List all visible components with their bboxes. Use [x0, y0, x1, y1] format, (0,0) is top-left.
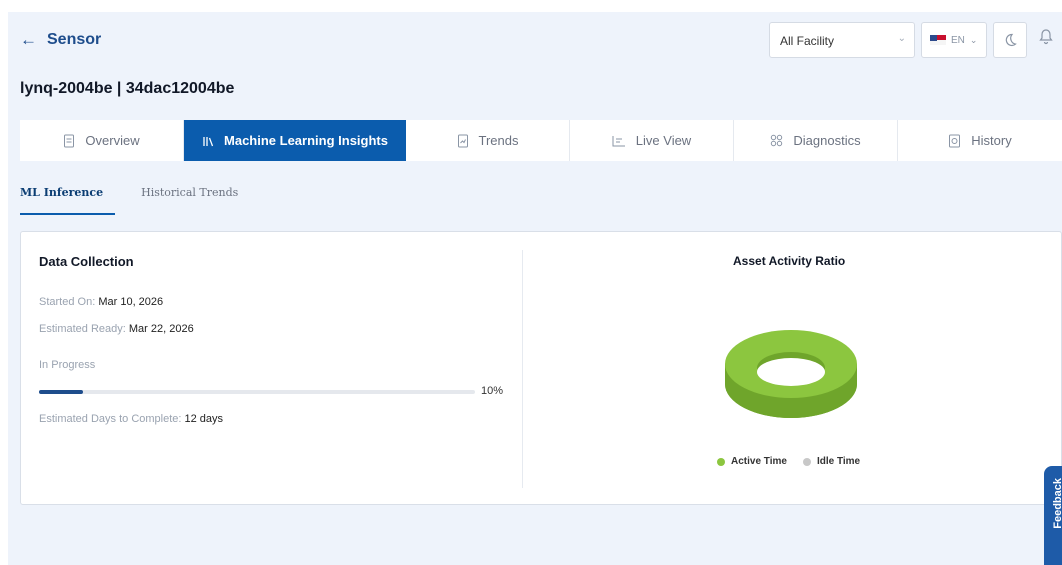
estimated-ready-label: Estimated Ready: [39, 323, 126, 335]
us-flag-icon [930, 35, 946, 45]
legend-dot [717, 457, 725, 466]
bell-icon [1039, 29, 1053, 45]
trend-doc-icon [457, 134, 468, 147]
grid-icon [771, 134, 783, 147]
chart-legend: Active Time Idle Time [717, 456, 860, 467]
days-to-complete-value: 12 days [184, 413, 224, 425]
tab-label: Machine Learning Insights [224, 133, 388, 148]
legend-dot [802, 457, 811, 466]
tab-label: Diagnostics [793, 133, 861, 148]
chart-title: Asset Activity Ratio [733, 254, 846, 268]
started-on-label: Started On: [39, 296, 96, 308]
tab-diagnostics[interactable]: Diagnostics [734, 120, 898, 161]
tab-trends[interactable]: Trends [406, 120, 570, 161]
status-text: In Progress [39, 359, 96, 371]
language-value: EN [951, 34, 965, 46]
legend-label: Active Time [731, 456, 787, 467]
facility-select-value: All Facility [780, 34, 835, 48]
notification-button[interactable] [1038, 28, 1054, 51]
tab-label: Overview [85, 133, 140, 148]
arrow-left-icon: ← [20, 30, 37, 49]
history-icon [949, 134, 961, 147]
feedback-label: Feedback [1052, 478, 1062, 529]
back-button[interactable]: ← Sensor [20, 30, 101, 50]
days-to-complete-label: Estimated Days to Complete: [39, 413, 182, 425]
estimated-ready-row: Estimated Ready: Mar 22, 2026 [39, 323, 194, 335]
days-to-complete-row: Estimated Days to Complete: 12 days [39, 413, 223, 425]
language-select[interactable]: EN ⌄ [921, 22, 987, 58]
legend-label: Idle Time [816, 456, 861, 467]
tab-label: Trends [478, 133, 519, 148]
legend-active-time[interactable]: Active Time [717, 456, 787, 467]
progress-bar [39, 390, 475, 394]
subtab-ml-inference[interactable]: ML Inference [20, 186, 116, 215]
tab-label: History [971, 133, 1012, 148]
tab-history[interactable]: History [898, 120, 1062, 161]
chart-icon [612, 135, 625, 146]
facility-select[interactable]: All Facility ⌄ [769, 22, 915, 58]
sub-tabs: ML Inference Historical Trends [20, 186, 238, 215]
subtab-historical-trends[interactable]: Historical Trends [141, 186, 238, 215]
progress-percent: 10% [481, 385, 504, 397]
started-on-row: Started On: Mar 10, 2026 [39, 296, 163, 308]
started-on-value: Mar 10, 2026 [98, 296, 164, 308]
legend-idle-time[interactable]: Idle Time [802, 456, 861, 467]
asset-activity-donut-chart [725, 330, 857, 418]
tab-overview[interactable]: Overview [20, 120, 184, 161]
theme-toggle-button[interactable] [993, 22, 1027, 58]
bars-icon [203, 136, 214, 146]
donut-hole-inner [757, 358, 825, 386]
ml-inference-card: Data Collection Started On: Mar 10, 2026… [20, 231, 1062, 505]
estimated-ready-value: Mar 22, 2026 [128, 323, 194, 335]
device-title: lynq-2004be | 34dac12004be [20, 80, 235, 97]
moon-icon [1005, 33, 1017, 47]
tab-machine-learning-insights[interactable]: Machine Learning Insights [184, 120, 406, 161]
document-icon [64, 134, 75, 147]
progress-fill [39, 390, 83, 394]
chevron-down-icon: ⌄ [969, 34, 978, 45]
data-collection-title: Data Collection [39, 254, 134, 269]
card-divider [522, 250, 523, 488]
tab-label: Live View [635, 133, 692, 148]
main-tabs: Overview Machine Learning Insights Trend… [20, 120, 1062, 161]
chevron-down-icon: ⌄ [897, 33, 906, 44]
feedback-button[interactable]: Feedback [1044, 466, 1062, 565]
tab-live-view[interactable]: Live View [570, 120, 734, 161]
back-label: Sensor [47, 31, 102, 48]
